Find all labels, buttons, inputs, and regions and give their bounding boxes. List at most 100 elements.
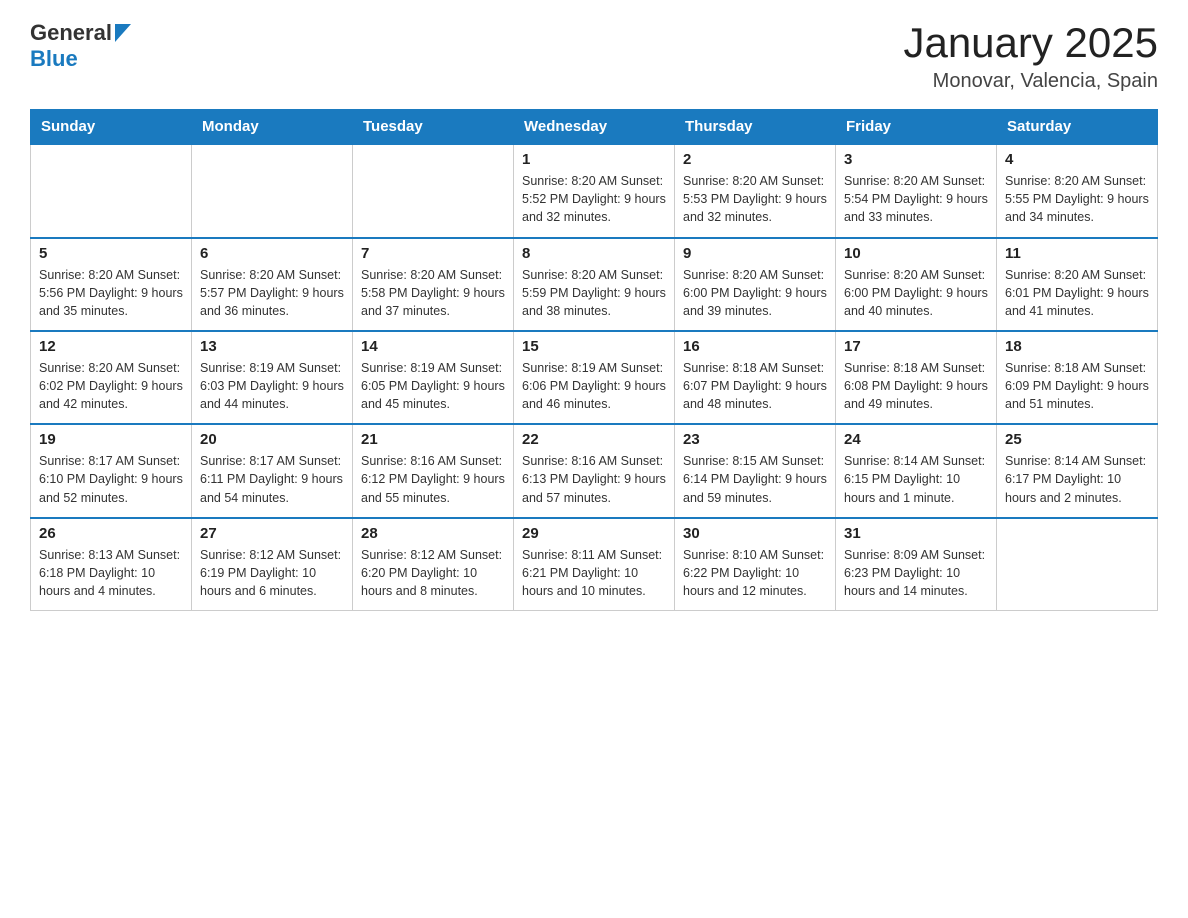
week-row-4: 19 Sunrise: 8:17 AM Sunset: 6:10 PM Dayli… [31,424,1158,517]
day-info: Sunrise: 8:20 AM Sunset: 5:55 PM Dayligh… [1005,172,1149,226]
calendar-cell: 5 Sunrise: 8:20 AM Sunset: 5:56 PM Daylig… [31,238,192,331]
calendar-cell: 15 Sunrise: 8:19 AM Sunset: 6:06 PM Dayli… [514,331,675,424]
day-info: Sunrise: 8:20 AM Sunset: 5:57 PM Dayligh… [200,266,344,320]
calendar-cell: 24Sunrise: 8:14 AM Sunset: 6:15 PM Dayli… [836,424,997,517]
day-info: Sunrise: 8:16 AM Sunset: 6:13 PM Dayligh… [522,452,666,506]
day-number: 9 [683,245,827,262]
day-number: 19 [39,431,183,448]
day-number: 8 [522,245,666,262]
calendar-cell: 8 Sunrise: 8:20 AM Sunset: 5:59 PM Daylig… [514,238,675,331]
calendar-cell [192,144,353,237]
day-info: Sunrise: 8:19 AM Sunset: 6:05 PM Dayligh… [361,359,505,413]
calendar-cell: 17 Sunrise: 8:18 AM Sunset: 6:08 PM Dayli… [836,331,997,424]
calendar-cell: 18Sunrise: 8:18 AM Sunset: 6:09 PM Dayli… [997,331,1158,424]
calendar-cell: 22 Sunrise: 8:16 AM Sunset: 6:13 PM Dayli… [514,424,675,517]
week-row-5: 26 Sunrise: 8:13 AM Sunset: 6:18 PM Dayli… [31,518,1158,611]
weekday-header-sunday: Sunday [31,110,192,145]
day-number: 16 [683,338,827,355]
day-number: 31 [844,525,988,542]
weekday-header-friday: Friday [836,110,997,145]
day-info: Sunrise: 8:20 AM Sunset: 5:58 PM Dayligh… [361,266,505,320]
day-info: Sunrise: 8:18 AM Sunset: 6:07 PM Dayligh… [683,359,827,413]
calendar-cell: 31 Sunrise: 8:09 AM Sunset: 6:23 PM Dayli… [836,518,997,611]
day-info: Sunrise: 8:19 AM Sunset: 6:03 PM Dayligh… [200,359,344,413]
weekday-header-tuesday: Tuesday [353,110,514,145]
calendar-cell: 25 Sunrise: 8:14 AM Sunset: 6:17 PM Dayli… [997,424,1158,517]
day-info: Sunrise: 8:19 AM Sunset: 6:06 PM Dayligh… [522,359,666,413]
calendar-cell: 11 Sunrise: 8:20 AM Sunset: 6:01 PM Dayli… [997,238,1158,331]
day-number: 25 [1005,431,1149,448]
weekday-header-row: SundayMondayTuesdayWednesdayThursdayFrid… [31,110,1158,145]
day-number: 13 [200,338,344,355]
calendar-cell: 10 Sunrise: 8:20 AM Sunset: 6:00 PM Dayli… [836,238,997,331]
day-info: Sunrise: 8:20 AM Sunset: 6:00 PM Dayligh… [844,266,988,320]
day-number: 26 [39,525,183,542]
day-number: 20 [200,431,344,448]
calendar-cell: 21 Sunrise: 8:16 AM Sunset: 6:12 PM Dayli… [353,424,514,517]
calendar-cell [997,518,1158,611]
day-number: 12 [39,338,183,355]
calendar-cell: 26 Sunrise: 8:13 AM Sunset: 6:18 PM Dayli… [31,518,192,611]
day-number: 6 [200,245,344,262]
day-number: 5 [39,245,183,262]
weekday-header-monday: Monday [192,110,353,145]
calendar-table: SundayMondayTuesdayWednesdayThursdayFrid… [30,109,1158,611]
calendar-cell: 13 Sunrise: 8:19 AM Sunset: 6:03 PM Dayli… [192,331,353,424]
calendar-cell: 14Sunrise: 8:19 AM Sunset: 6:05 PM Dayli… [353,331,514,424]
day-info: Sunrise: 8:20 AM Sunset: 6:02 PM Dayligh… [39,359,183,413]
logo: General Blue [30,20,131,72]
day-info: Sunrise: 8:18 AM Sunset: 6:08 PM Dayligh… [844,359,988,413]
day-info: Sunrise: 8:09 AM Sunset: 6:23 PM Dayligh… [844,546,988,600]
calendar-cell [31,144,192,237]
logo-general-text: General [30,20,112,46]
calendar-cell: 29Sunrise: 8:11 AM Sunset: 6:21 PM Dayli… [514,518,675,611]
calendar-cell: 9 Sunrise: 8:20 AM Sunset: 6:00 PM Daylig… [675,238,836,331]
calendar-cell: 16 Sunrise: 8:18 AM Sunset: 6:07 PM Dayli… [675,331,836,424]
day-info: Sunrise: 8:20 AM Sunset: 5:56 PM Dayligh… [39,266,183,320]
day-number: 11 [1005,245,1149,262]
calendar-cell: 23Sunrise: 8:15 AM Sunset: 6:14 PM Dayli… [675,424,836,517]
weekday-header-saturday: Saturday [997,110,1158,145]
day-info: Sunrise: 8:14 AM Sunset: 6:15 PM Dayligh… [844,452,988,506]
location-subtitle: Monovar, Valencia, Spain [903,70,1158,93]
calendar-cell: 27Sunrise: 8:12 AM Sunset: 6:19 PM Dayli… [192,518,353,611]
day-number: 30 [683,525,827,542]
day-number: 17 [844,338,988,355]
day-info: Sunrise: 8:20 AM Sunset: 5:52 PM Dayligh… [522,172,666,226]
day-number: 22 [522,431,666,448]
week-row-2: 5 Sunrise: 8:20 AM Sunset: 5:56 PM Daylig… [31,238,1158,331]
week-row-3: 12 Sunrise: 8:20 AM Sunset: 6:02 PM Dayli… [31,331,1158,424]
logo-triangle-icon [115,24,131,42]
calendar-cell: 2Sunrise: 8:20 AM Sunset: 5:53 PM Daylig… [675,144,836,237]
page-header: General Blue January 2025 Monovar, Valen… [30,20,1158,93]
calendar-cell: 6 Sunrise: 8:20 AM Sunset: 5:57 PM Daylig… [192,238,353,331]
calendar-cell: 3Sunrise: 8:20 AM Sunset: 5:54 PM Daylig… [836,144,997,237]
day-info: Sunrise: 8:10 AM Sunset: 6:22 PM Dayligh… [683,546,827,600]
logo-blue-text: Blue [30,46,78,72]
weekday-header-wednesday: Wednesday [514,110,675,145]
day-number: 10 [844,245,988,262]
day-info: Sunrise: 8:17 AM Sunset: 6:10 PM Dayligh… [39,452,183,506]
week-row-1: 1Sunrise: 8:20 AM Sunset: 5:52 PM Daylig… [31,144,1158,237]
calendar-cell [353,144,514,237]
calendar-cell: 7Sunrise: 8:20 AM Sunset: 5:58 PM Daylig… [353,238,514,331]
day-info: Sunrise: 8:13 AM Sunset: 6:18 PM Dayligh… [39,546,183,600]
calendar-cell: 28Sunrise: 8:12 AM Sunset: 6:20 PM Dayli… [353,518,514,611]
day-info: Sunrise: 8:12 AM Sunset: 6:19 PM Dayligh… [200,546,344,600]
day-info: Sunrise: 8:16 AM Sunset: 6:12 PM Dayligh… [361,452,505,506]
day-number: 23 [683,431,827,448]
day-info: Sunrise: 8:11 AM Sunset: 6:21 PM Dayligh… [522,546,666,600]
day-number: 15 [522,338,666,355]
day-info: Sunrise: 8:17 AM Sunset: 6:11 PM Dayligh… [200,452,344,506]
calendar-cell: 4Sunrise: 8:20 AM Sunset: 5:55 PM Daylig… [997,144,1158,237]
calendar-cell: 20 Sunrise: 8:17 AM Sunset: 6:11 PM Dayli… [192,424,353,517]
day-info: Sunrise: 8:20 AM Sunset: 6:00 PM Dayligh… [683,266,827,320]
day-info: Sunrise: 8:14 AM Sunset: 6:17 PM Dayligh… [1005,452,1149,506]
day-info: Sunrise: 8:20 AM Sunset: 5:54 PM Dayligh… [844,172,988,226]
day-number: 21 [361,431,505,448]
day-info: Sunrise: 8:20 AM Sunset: 6:01 PM Dayligh… [1005,266,1149,320]
calendar-cell: 19 Sunrise: 8:17 AM Sunset: 6:10 PM Dayli… [31,424,192,517]
calendar-cell: 12 Sunrise: 8:20 AM Sunset: 6:02 PM Dayli… [31,331,192,424]
day-info: Sunrise: 8:20 AM Sunset: 5:59 PM Dayligh… [522,266,666,320]
day-number: 18 [1005,338,1149,355]
